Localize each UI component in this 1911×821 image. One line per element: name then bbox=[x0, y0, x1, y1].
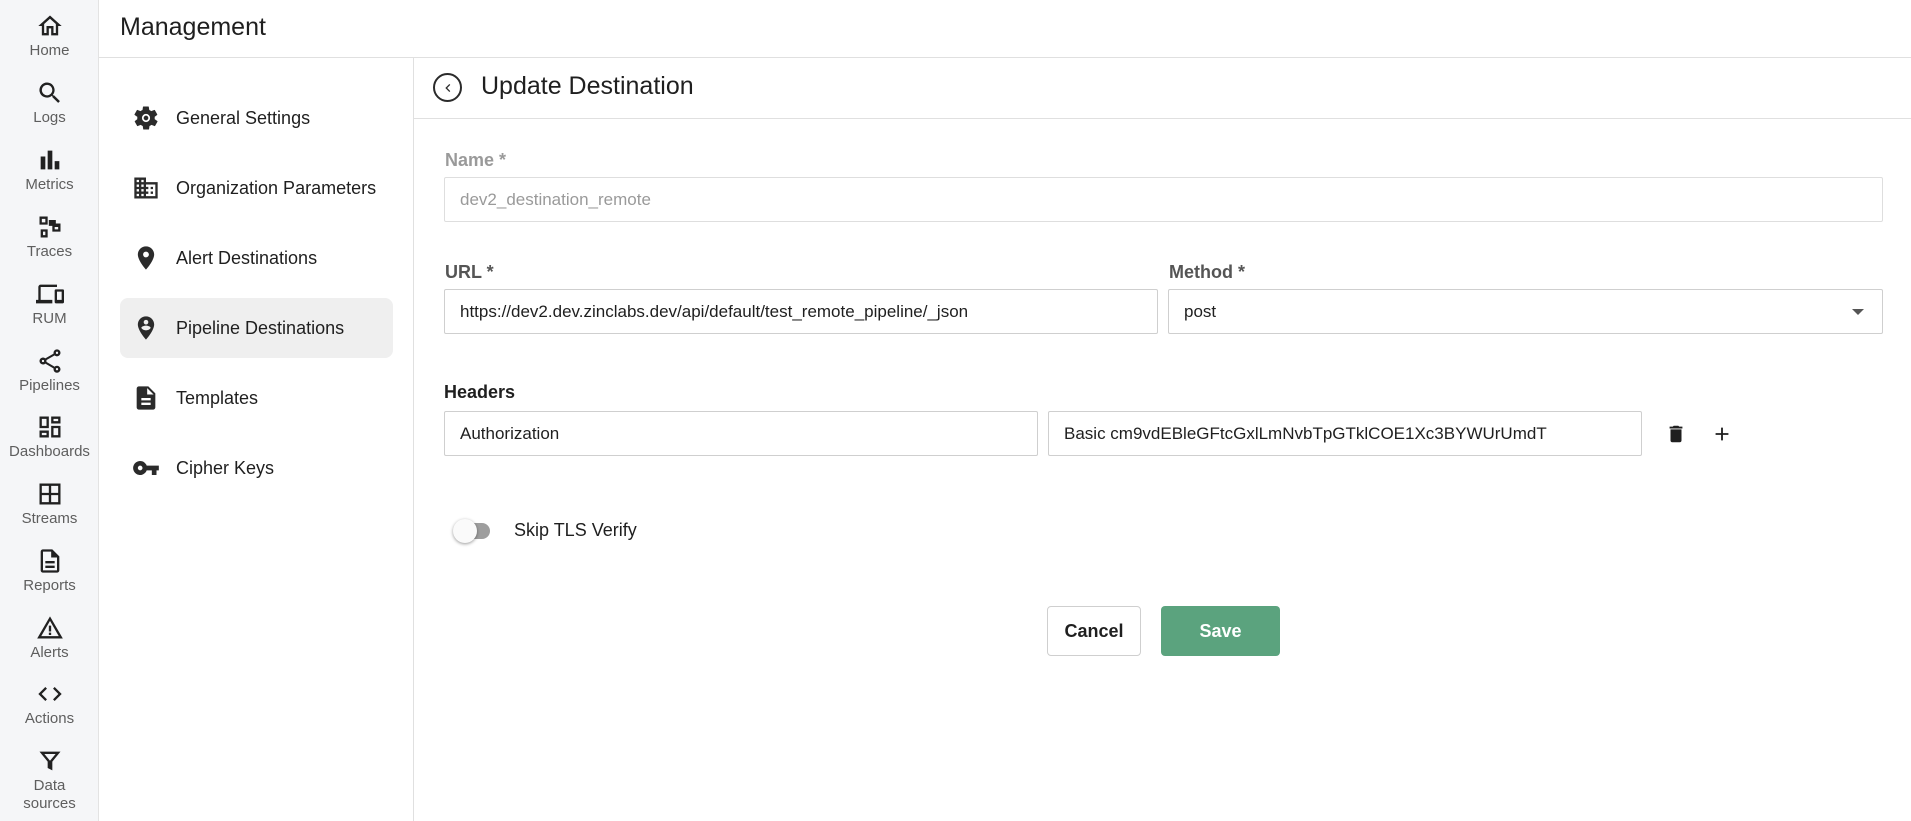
share-icon bbox=[39, 349, 60, 373]
code-icon bbox=[37, 687, 62, 701]
add-header-button[interactable] bbox=[1708, 420, 1736, 448]
menu-item-label: General Settings bbox=[176, 107, 311, 128]
top-header: Management bbox=[99, 0, 1911, 58]
toggle-thumb[interactable] bbox=[453, 519, 477, 543]
url-input[interactable]: https://dev2.dev.zinclabs.dev/api/defaul… bbox=[444, 289, 1158, 334]
rail-item-actions[interactable]: Actions bbox=[0, 680, 99, 728]
method-label: Method * bbox=[1169, 262, 1245, 282]
menu-item-pipeline-destinations[interactable]: Pipeline Destinations bbox=[120, 298, 393, 358]
menu-item-label: Templates bbox=[176, 387, 259, 408]
menu-item-organization-parameters[interactable]: Organization Parameters bbox=[120, 158, 393, 218]
rail-item-traces[interactable]: Traces bbox=[0, 213, 99, 261]
headers-label: Headers bbox=[444, 382, 516, 402]
rail-label: Pipelines bbox=[19, 377, 80, 394]
location-pin-icon bbox=[137, 246, 155, 270]
warning-icon bbox=[36, 616, 63, 639]
trash-icon bbox=[1669, 425, 1683, 443]
menu-item-label: Organization Parameters bbox=[176, 177, 377, 198]
header-title: Management bbox=[120, 13, 266, 41]
rail-label: Metrics bbox=[25, 176, 74, 193]
header-key-input[interactable]: Authorization bbox=[444, 411, 1038, 456]
name-label: Name * bbox=[445, 150, 507, 170]
page-title: Update Destination bbox=[481, 72, 694, 100]
menu-item-label: Alert Destinations bbox=[176, 247, 318, 268]
menu-item-templates[interactable]: Templates bbox=[120, 368, 393, 428]
url-label: URL * bbox=[445, 262, 494, 282]
home-icon bbox=[37, 15, 62, 36]
traces-icon bbox=[39, 216, 60, 238]
page-header: Update Destination bbox=[414, 58, 1911, 119]
person-pin-icon bbox=[137, 316, 155, 340]
dashboard-icon bbox=[39, 416, 60, 438]
rail-label: Logs bbox=[33, 109, 66, 126]
chevron-left-icon bbox=[444, 83, 450, 92]
gear-icon bbox=[134, 106, 158, 130]
rail-label: Reports bbox=[23, 577, 76, 594]
delete-header-button[interactable] bbox=[1662, 420, 1690, 448]
save-button[interactable]: Save bbox=[1161, 606, 1280, 656]
dropdown-caret-icon bbox=[1852, 309, 1864, 315]
rail-item-alerts[interactable]: Alerts bbox=[0, 614, 99, 662]
method-select[interactable]: post bbox=[1168, 289, 1883, 334]
rail-label: RUM bbox=[32, 310, 67, 327]
building-icon bbox=[134, 177, 158, 199]
update-destination-panel: Update Destination Name * dev2_destinati… bbox=[414, 58, 1911, 821]
document-icon bbox=[40, 549, 59, 573]
rail-item-dashboards[interactable]: Dashboards bbox=[0, 413, 99, 461]
plus-icon bbox=[1715, 427, 1729, 441]
rail-label: Dashboards bbox=[9, 443, 90, 460]
rail-label: Home bbox=[29, 42, 70, 59]
rail-item-rum[interactable]: RUM bbox=[0, 280, 99, 328]
rail-item-pipelines[interactable]: Pipelines bbox=[0, 347, 99, 395]
filter-icon bbox=[39, 751, 60, 771]
rail-item-home[interactable]: Home bbox=[0, 12, 99, 60]
rail-item-logs[interactable]: Logs bbox=[0, 79, 99, 127]
method-value: post bbox=[1184, 301, 1217, 321]
template-document-icon bbox=[136, 386, 156, 410]
settings-menu: General Settings Organization Parameters… bbox=[99, 58, 414, 821]
menu-item-general-settings[interactable]: General Settings bbox=[120, 88, 393, 148]
key-icon bbox=[133, 461, 159, 475]
icon-rail: Home Logs Metrics Traces RUM Pipelines D… bbox=[0, 0, 99, 821]
rail-label: Traces bbox=[26, 243, 73, 260]
skip-tls-label: Skip TLS Verify bbox=[514, 520, 637, 540]
rail-label: Alerts bbox=[30, 644, 69, 661]
menu-item-label: Cipher Keys bbox=[176, 457, 275, 478]
rail-label: Actions bbox=[24, 710, 75, 727]
back-button[interactable] bbox=[433, 73, 462, 102]
header-value-input[interactable]: Basic cm9vdEBleGFtcGxlLmNvbTpGTklCOE1Xc3… bbox=[1048, 411, 1642, 456]
name-input[interactable]: dev2_destination_remote bbox=[444, 177, 1883, 222]
rail-label: Data sources bbox=[23, 777, 76, 812]
menu-item-cipher-keys[interactable]: Cipher Keys bbox=[120, 438, 393, 498]
rail-item-reports[interactable]: Reports bbox=[0, 547, 99, 595]
bar-chart-icon bbox=[40, 150, 59, 170]
cancel-button[interactable]: Cancel bbox=[1047, 606, 1141, 656]
rail-item-data-sources[interactable]: Data sources bbox=[0, 747, 99, 813]
rail-label: Streams bbox=[21, 510, 78, 527]
menu-item-alert-destinations[interactable]: Alert Destinations bbox=[120, 228, 393, 288]
search-icon bbox=[38, 82, 60, 103]
grid-icon bbox=[39, 483, 60, 505]
rail-item-metrics[interactable]: Metrics bbox=[0, 146, 99, 194]
devices-icon bbox=[35, 284, 64, 304]
rail-item-streams[interactable]: Streams bbox=[0, 480, 99, 528]
menu-item-label: Pipeline Destinations bbox=[176, 317, 345, 338]
